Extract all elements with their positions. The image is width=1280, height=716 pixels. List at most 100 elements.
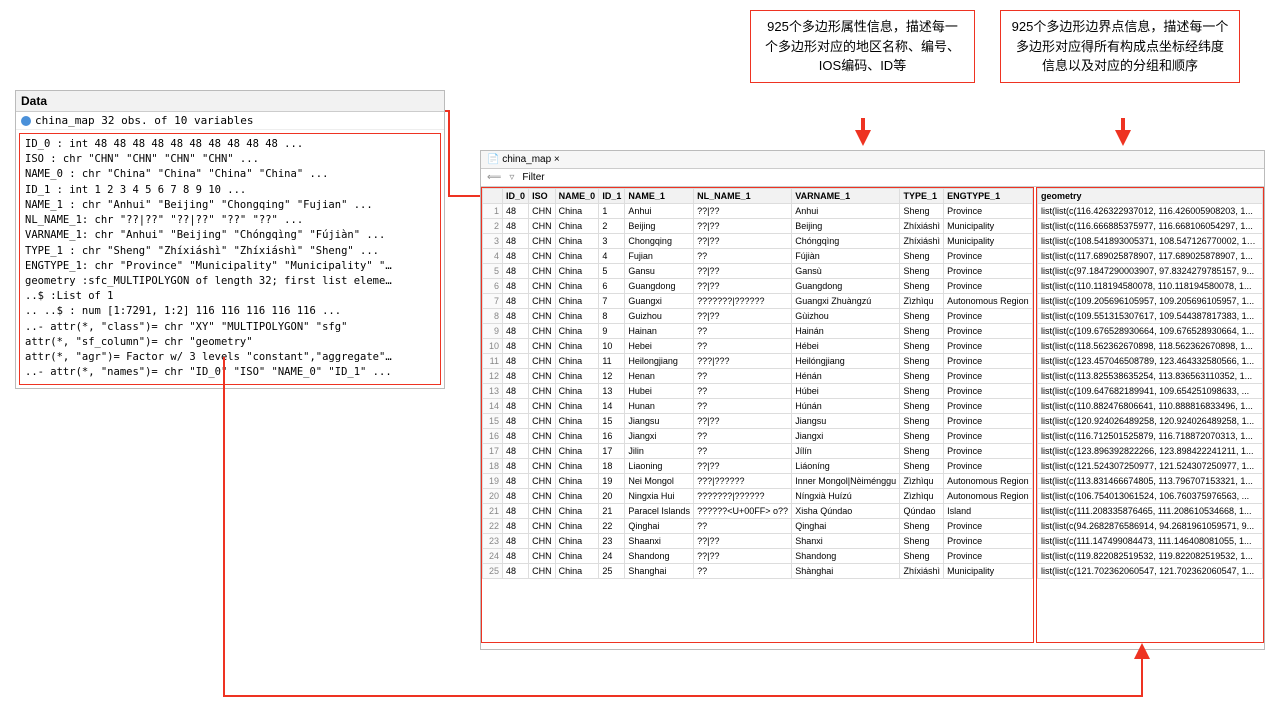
table-row[interactable]: list(list(c(97.1847290003907, 97.8324279… xyxy=(1038,264,1263,279)
filter-icon[interactable]: ▿ xyxy=(509,172,514,183)
table-row[interactable]: list(list(c(119.822082519532, 119.822082… xyxy=(1038,549,1263,564)
col-header[interactable]: TYPE_1 xyxy=(900,189,944,204)
cell: ?? xyxy=(694,324,792,339)
col-header[interactable]: ID_1 xyxy=(599,189,625,204)
table-row[interactable]: 1748CHNChina17Jilin??JílínShengProvince xyxy=(483,444,1033,459)
table-row[interactable]: 1048CHNChina10Hebei??HébeiShengProvince xyxy=(483,339,1033,354)
expand-icon[interactable] xyxy=(21,116,31,126)
table-row[interactable]: 2348CHNChina23Shaanxi??|??ShanxiShengPro… xyxy=(483,534,1033,549)
cell: Heilongjiang xyxy=(625,354,694,369)
data-object-row[interactable]: china_map 32 obs. of 10 variables xyxy=(16,112,444,130)
viewer-tab[interactable]: 📄 china_map × xyxy=(481,151,1264,169)
table-row[interactable]: 1648CHNChina16Jiangxi??JiangxiShengProvi… xyxy=(483,429,1033,444)
table-row[interactable]: list(list(c(116.666885375977, 116.668106… xyxy=(1038,219,1263,234)
table-row[interactable]: list(list(c(121.702362060547, 121.702362… xyxy=(1038,564,1263,579)
table-row[interactable]: list(list(c(109.205696105957, 109.205696… xyxy=(1038,294,1263,309)
table-row[interactable]: 1348CHNChina13Hubei??HúbeiShengProvince xyxy=(483,384,1033,399)
geometry-table[interactable]: geometrylist(list(c(116.426322937012, 11… xyxy=(1037,188,1263,579)
col-header[interactable] xyxy=(483,189,503,204)
cell: 12 xyxy=(483,369,503,384)
col-header[interactable]: ISO xyxy=(529,189,556,204)
cell: Hainan xyxy=(625,324,694,339)
cell: Province xyxy=(944,279,1033,294)
table-row[interactable]: 748CHNChina7Guangxi???????|??????Guangxi… xyxy=(483,294,1033,309)
table-row[interactable]: list(list(c(113.825538635254, 113.836563… xyxy=(1038,369,1263,384)
table-row[interactable]: list(list(c(120.924026489258, 120.924026… xyxy=(1038,414,1263,429)
table-row[interactable]: list(list(c(109.551315307617, 109.544387… xyxy=(1038,309,1263,324)
cell: Shànghai xyxy=(792,564,900,579)
table-row[interactable]: list(list(c(116.712501525879, 116.718872… xyxy=(1038,429,1263,444)
table-row[interactable]: list(list(c(111.147499084473, 111.146408… xyxy=(1038,534,1263,549)
table-row[interactable]: list(list(c(110.118194580078, 110.118194… xyxy=(1038,279,1263,294)
cell: China xyxy=(555,399,599,414)
cell: 2 xyxy=(483,219,503,234)
table-row[interactable]: list(list(c(113.831466674805, 113.796707… xyxy=(1038,474,1263,489)
table-row[interactable]: list(list(c(109.647682189941, 109.654251… xyxy=(1038,384,1263,399)
table-row[interactable]: 1548CHNChina15Jiangsu??|??JiangsuShengPr… xyxy=(483,414,1033,429)
table-row[interactable]: list(list(c(94.2682876586914, 94.2681961… xyxy=(1038,519,1263,534)
cell: Municipality xyxy=(944,219,1033,234)
table-row[interactable]: 348CHNChina3Chongqing??|??ChóngqìngZhíxi… xyxy=(483,234,1033,249)
table-row[interactable]: list(list(c(123.896392822266, 123.898422… xyxy=(1038,444,1263,459)
col-header[interactable]: NAME_1 xyxy=(625,189,694,204)
cell: list(list(c(118.562362670898, 118.562362… xyxy=(1038,339,1263,354)
col-header[interactable]: ID_0 xyxy=(503,189,529,204)
table-row[interactable]: 948CHNChina9Hainan??HainánShengProvince xyxy=(483,324,1033,339)
table-row[interactable]: list(list(c(116.426322937012, 116.426005… xyxy=(1038,204,1263,219)
table-row[interactable]: 2248CHNChina22Qinghai??QinghaiShengProvi… xyxy=(483,519,1033,534)
attributes-grid[interactable]: ID_0ISONAME_0ID_1NAME_1NL_NAME_1VARNAME_… xyxy=(481,187,1034,643)
table-row[interactable]: 1148CHNChina11Heilongjiang???|???Heilóng… xyxy=(483,354,1033,369)
table-row[interactable]: list(list(c(109.676528930664, 109.676528… xyxy=(1038,324,1263,339)
col-header[interactable]: geometry xyxy=(1038,189,1263,204)
table-row[interactable]: list(list(c(108.541893005371, 108.547126… xyxy=(1038,234,1263,249)
table-row[interactable]: 648CHNChina6Guangdong??|??GuangdongSheng… xyxy=(483,279,1033,294)
cell: 19 xyxy=(483,474,503,489)
cell: 48 xyxy=(503,519,529,534)
cell: China xyxy=(555,459,599,474)
cell: ?? xyxy=(694,444,792,459)
table-row[interactable]: 1248CHNChina12Henan??HénánShengProvince xyxy=(483,369,1033,384)
geometry-grid[interactable]: geometrylist(list(c(116.426322937012, 11… xyxy=(1036,187,1264,643)
cell: CHN xyxy=(529,264,556,279)
col-header[interactable]: ENGTYPE_1 xyxy=(944,189,1033,204)
data-table[interactable]: ID_0ISONAME_0ID_1NAME_1NL_NAME_1VARNAME_… xyxy=(482,188,1033,579)
cell: Province xyxy=(944,444,1033,459)
cell: 10 xyxy=(599,339,625,354)
table-row[interactable]: list(list(c(111.208335876465, 111.208610… xyxy=(1038,504,1263,519)
table-row[interactable]: list(list(c(121.524307250977, 121.524307… xyxy=(1038,459,1263,474)
table-row[interactable]: 248CHNChina2Beijing??|??BeijingZhíxiáshì… xyxy=(483,219,1033,234)
table-row[interactable]: 2448CHNChina24Shandong??|??ShandongSheng… xyxy=(483,549,1033,564)
cell: 15 xyxy=(483,414,503,429)
table-row[interactable]: 1848CHNChina18Liaoning??|??LiáoníngSheng… xyxy=(483,459,1033,474)
cell: list(list(c(109.647682189941, 109.654251… xyxy=(1038,384,1263,399)
table-row[interactable]: list(list(c(106.754013061524, 106.760375… xyxy=(1038,489,1263,504)
col-header[interactable]: NL_NAME_1 xyxy=(694,189,792,204)
cell: CHN xyxy=(529,534,556,549)
filter-label[interactable]: Filter xyxy=(522,172,544,183)
col-header[interactable]: NAME_0 xyxy=(555,189,599,204)
table-row[interactable]: 2048CHNChina20Ningxia Hui???????|??????N… xyxy=(483,489,1033,504)
cell: Chongqing xyxy=(625,234,694,249)
cell: Province xyxy=(944,339,1033,354)
table-row[interactable]: 448CHNChina4Fujian??FújiànShengProvince xyxy=(483,249,1033,264)
cell: 22 xyxy=(483,519,503,534)
table-row[interactable]: 848CHNChina8Guizhou??|??GùizhouShengProv… xyxy=(483,309,1033,324)
cell: list(list(c(121.524307250977, 121.524307… xyxy=(1038,459,1263,474)
table-row[interactable]: list(list(c(110.882476806641, 110.888816… xyxy=(1038,399,1263,414)
table-row[interactable]: 2148CHNChina21Paracel Islands??????<U+00… xyxy=(483,504,1033,519)
table-row[interactable]: 1948CHNChina19Nei Mongol???|??????Inner … xyxy=(483,474,1033,489)
table-row[interactable]: 2548CHNChina25Shanghai??ShànghaiZhíxiásh… xyxy=(483,564,1033,579)
table-row[interactable]: 548CHNChina5Gansu??|??GansùShengProvince xyxy=(483,264,1033,279)
table-row[interactable]: list(list(c(123.457046508789, 123.464332… xyxy=(1038,354,1263,369)
col-header[interactable]: VARNAME_1 xyxy=(792,189,900,204)
cell: ??|?? xyxy=(694,279,792,294)
table-row[interactable]: list(list(c(117.689025878907, 117.689025… xyxy=(1038,249,1263,264)
back-icon[interactable]: ⟸ xyxy=(487,172,501,183)
cell: China xyxy=(555,504,599,519)
annotation-box-geometry: 925个多边形边界点信息，描述每一个多边形对应得所有构成点坐标经纬度信息以及对应… xyxy=(1000,10,1240,83)
table-row[interactable]: 1448CHNChina14Hunan??HúnánShengProvince xyxy=(483,399,1033,414)
cell: Shanxi xyxy=(792,534,900,549)
table-row[interactable]: 148CHNChina1Anhui??|??AnhuiShengProvince xyxy=(483,204,1033,219)
cell: 48 xyxy=(503,504,529,519)
table-row[interactable]: list(list(c(118.562362670898, 118.562362… xyxy=(1038,339,1263,354)
